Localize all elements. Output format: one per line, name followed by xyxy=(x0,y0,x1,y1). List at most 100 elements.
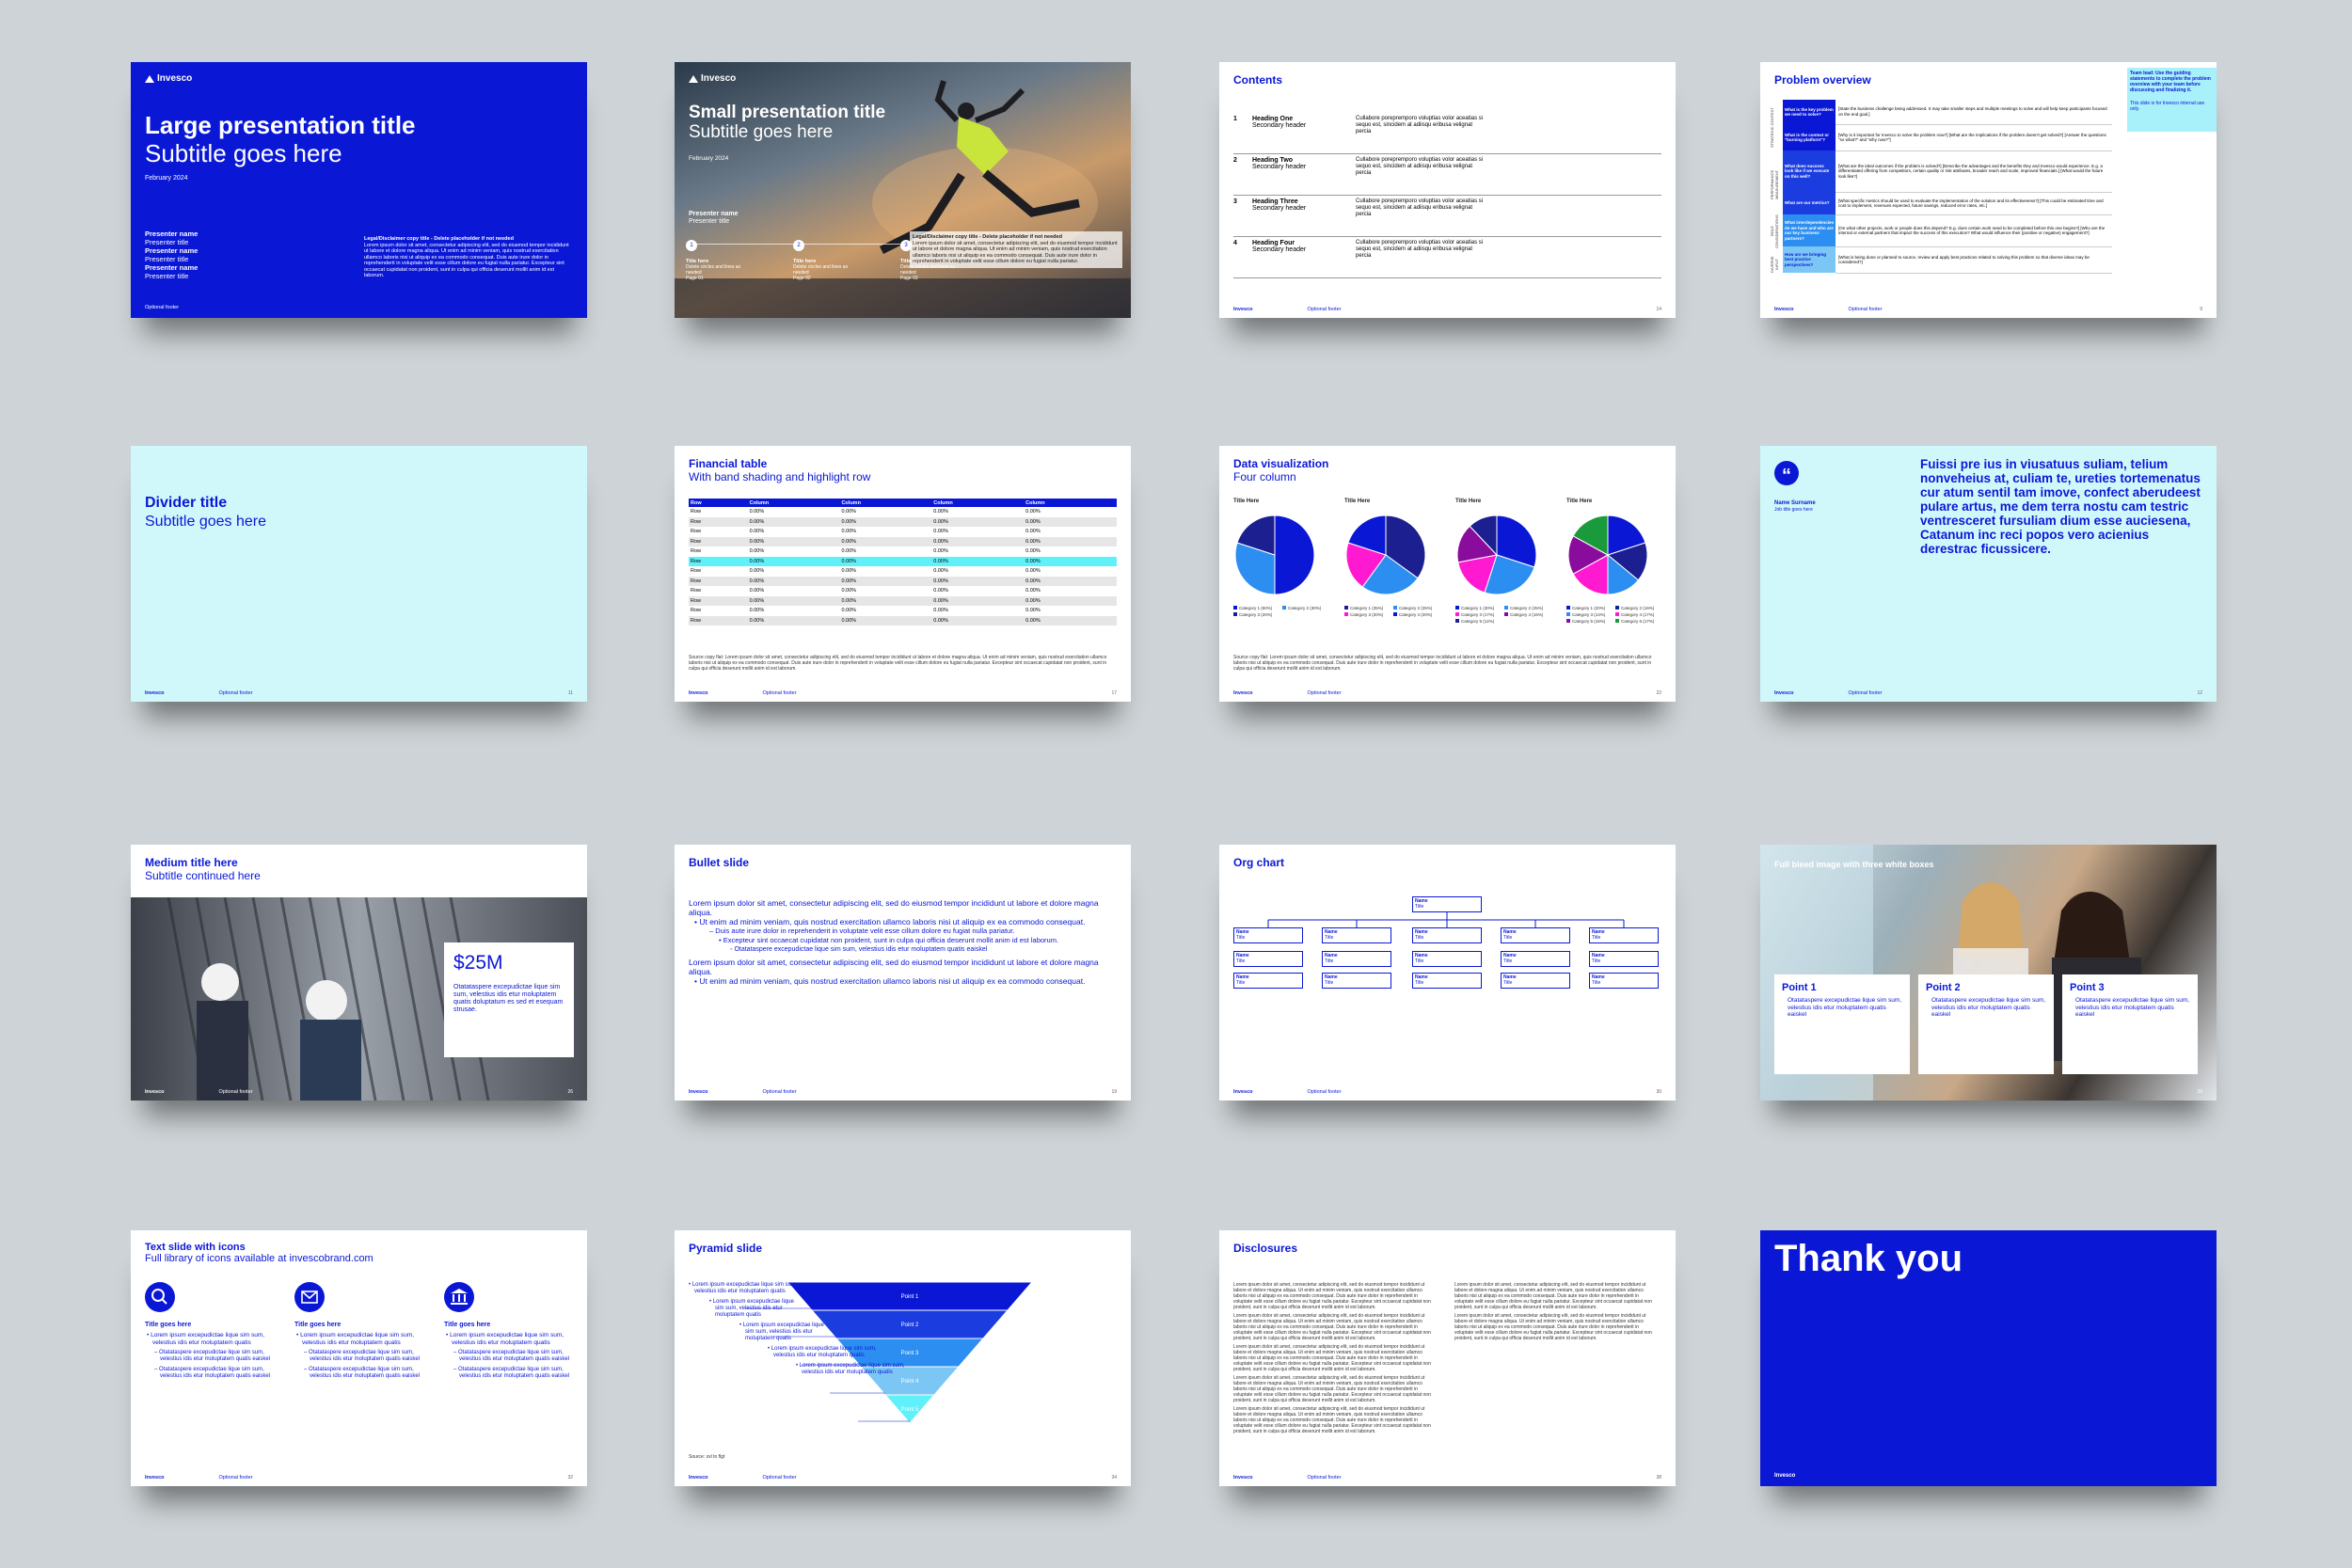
column-bullet: • Lorem ipsum excepudictae lique sim sum… xyxy=(446,1332,564,1346)
slide-date: February 2024 xyxy=(689,155,729,162)
slide-title: Disclosures xyxy=(1233,1242,1298,1255)
page-number: 14 xyxy=(1656,307,1661,312)
pyramid-text: • Lorem ipsum excepudictae lique sim sum… xyxy=(689,1282,798,1294)
stat-text: Otatataspere excepudictae lique sim sum,… xyxy=(453,984,564,1013)
slide-text-icons[interactable]: Text slide with icons Full library of ico… xyxy=(131,1230,587,1486)
contents-number: 3 xyxy=(1233,198,1237,205)
legend-swatch xyxy=(1504,606,1508,610)
slide-subtitle: Subtitle goes here xyxy=(145,139,342,167)
slide-image-stat[interactable]: Medium title here Subtitle continued here… xyxy=(131,845,587,1101)
table-header: Column xyxy=(933,499,953,506)
table-cell: 0.00% xyxy=(1025,588,1041,594)
legend-item: Category 3 (14%) xyxy=(1566,611,1612,618)
org-node-title: Title xyxy=(1415,958,1424,964)
org-node[interactable]: Name Title xyxy=(1412,951,1482,967)
contents-row[interactable]: 1 Heading One Secondary header Cullabore … xyxy=(1233,113,1661,154)
contents-row[interactable]: 3 Heading Three Secondary header Cullabor… xyxy=(1233,196,1661,237)
org-node[interactable]: Name Title xyxy=(1501,951,1570,967)
org-node-title: Title xyxy=(1415,935,1424,941)
bullet-paragraph: Lorem ipsum dolor sit amet, consectetur … xyxy=(689,898,1099,917)
slide-disclosures[interactable]: Disclosures Lorem ipsum dolor sit amet, … xyxy=(1219,1230,1676,1486)
slide-data-visualization[interactable]: Data visualization Four column Title Here… xyxy=(1219,446,1676,702)
slide-divider[interactable]: Divider title Subtitle goes here Invesco… xyxy=(131,446,587,702)
slide-full-bleed[interactable]: Full bleed image with three white boxes … xyxy=(1760,845,2217,1101)
org-node[interactable]: Name Title xyxy=(1233,927,1303,943)
contents-row[interactable]: 4 Heading Four Secondary header Cullabore… xyxy=(1233,237,1661,278)
slide-title: Medium title here xyxy=(145,856,238,869)
problem-answer: [What specific metrics should be used to… xyxy=(1836,192,2112,215)
footer-text: Optional footer xyxy=(218,1089,253,1095)
org-node[interactable]: Name Title xyxy=(1233,951,1303,967)
slide-financial-table[interactable]: Financial table With band shading and hig… xyxy=(675,446,1131,702)
bullet-level-3: • Excepteur sint occaecat cupidatat non … xyxy=(719,936,1059,944)
disclosure-column-right: Lorem ipsum dolor sit amet, consectetur … xyxy=(1454,1282,1657,1344)
slide-title: Contents xyxy=(1233,73,1282,87)
slide-title-large[interactable]: Invesco Large presentation title Subtitl… xyxy=(131,62,587,318)
org-node[interactable]: Name Title xyxy=(1589,951,1659,967)
slide-contents[interactable]: Contents 1 Heading One Secondary header C… xyxy=(1219,62,1676,318)
table-cell: Row xyxy=(691,608,702,614)
slide-thank-you[interactable]: Thank you Invesco xyxy=(1760,1230,2217,1486)
org-node[interactable]: Name Title xyxy=(1233,973,1303,989)
table-cell: 0.00% xyxy=(933,538,948,545)
contents-number: 2 xyxy=(1233,157,1237,164)
contents-number: 4 xyxy=(1233,240,1237,246)
slide-footer: Invesco Optional footer xyxy=(1774,307,1883,312)
problem-row: What is the key problem we need to solve… xyxy=(1783,100,2112,125)
legend-swatch xyxy=(1566,606,1570,610)
org-node[interactable]: Name Title xyxy=(1412,896,1482,912)
slide-org-chart[interactable]: Org chart Name Title Name Title Name Title Nam… xyxy=(1219,845,1676,1101)
slide-problem-overview[interactable]: Problem overview Team lead: Use the guid… xyxy=(1760,62,2217,318)
slide-title-small[interactable]: Invesco Small presentation title Subtitl… xyxy=(675,62,1131,318)
table-cell: 0.00% xyxy=(841,509,857,515)
step-number-circle: 1 xyxy=(686,240,697,251)
org-node[interactable]: Name Title xyxy=(1589,973,1659,989)
table-row: Row 0.00% 0.00% 0.00% 0.00% xyxy=(689,546,1117,557)
table-cell: 0.00% xyxy=(933,558,948,564)
table-cell: Row xyxy=(691,518,702,525)
org-node[interactable]: Name Title xyxy=(1412,973,1482,989)
footer-text: Optional footer xyxy=(1848,690,1883,696)
slide-quote[interactable]: “ Name Surname Job title goes here Fuiss… xyxy=(1760,446,2217,702)
legend-item: Category 4 (16%) xyxy=(1504,611,1549,618)
bullet-paragraph: Lorem ipsum dolor sit amet, consectetur … xyxy=(689,958,1099,976)
table-cell: 0.00% xyxy=(1025,538,1041,545)
table-cell: Row xyxy=(691,558,702,564)
slide-bullets[interactable]: Bullet slide Lorem ipsum dolor sit amet,… xyxy=(675,845,1131,1101)
slide-title: Large presentation title xyxy=(145,111,416,139)
presenter-name: Presenter name xyxy=(689,211,739,217)
side-label: DIVERSE INPUT xyxy=(1770,256,1779,273)
bullet-level-4: ◦ Otatataspere excepudictae lique sim su… xyxy=(730,946,988,953)
org-node[interactable]: Name Title xyxy=(1589,927,1659,943)
disclosure-paragraph: Lorem ipsum dolor sit amet, consectetur … xyxy=(1233,1344,1431,1372)
problem-row: What are our metrics? [What specific metr… xyxy=(1783,192,2112,215)
org-node[interactable]: Name Title xyxy=(1322,973,1391,989)
note-title: Team lead: Use the guiding statements to… xyxy=(2130,71,2211,93)
slide-pyramid[interactable]: Pyramid slide Point 1 Point 2 Point 3 Point… xyxy=(675,1230,1131,1486)
org-node[interactable]: Name Title xyxy=(1412,927,1482,943)
side-label: ROLE CONSIDERATIONS xyxy=(1770,214,1779,248)
org-node[interactable]: Name Title xyxy=(1322,927,1391,943)
legend-label: Category 1 (20%) xyxy=(1572,606,1606,610)
legend-item: Category 3 (20%) xyxy=(1233,611,1279,618)
bullet-level-2: – Duis aute irure dolor in reprehenderit… xyxy=(709,927,1015,935)
slide-title: Bullet slide xyxy=(689,856,750,869)
org-node[interactable]: Name Title xyxy=(1322,951,1391,967)
table-cell: 0.00% xyxy=(1025,548,1041,555)
timeline-step: 1 Title here Delete circles and lines as… xyxy=(686,240,742,281)
problem-answer: [What is being done or planned to source… xyxy=(1836,246,2112,274)
table-cell: 0.00% xyxy=(933,548,948,555)
legend-item: Category 6 (17%) xyxy=(1615,618,1661,625)
column-bullet-text: Lorem ipsum excepudictae lique sim sum, … xyxy=(151,1332,265,1346)
table-cell: 0.00% xyxy=(933,597,948,604)
org-node[interactable]: Name Title xyxy=(1501,927,1570,943)
table-cell: 0.00% xyxy=(841,578,857,584)
org-node[interactable]: Name Title xyxy=(1501,973,1570,989)
legend-label: Category 3 (14%) xyxy=(1572,612,1606,617)
table-cell: 0.00% xyxy=(749,558,765,564)
contents-list: 1 Heading One Secondary header Cullabore … xyxy=(1233,113,1661,278)
pyramid-text: • Lorem ipsum excepudictae lique sim sum… xyxy=(739,1323,824,1341)
presenter-title: Presenter title xyxy=(145,238,189,246)
contents-row[interactable]: 2 Heading Two Secondary header Cullabore … xyxy=(1233,154,1661,196)
slide-footer: Invesco Optional footer xyxy=(689,1089,797,1095)
